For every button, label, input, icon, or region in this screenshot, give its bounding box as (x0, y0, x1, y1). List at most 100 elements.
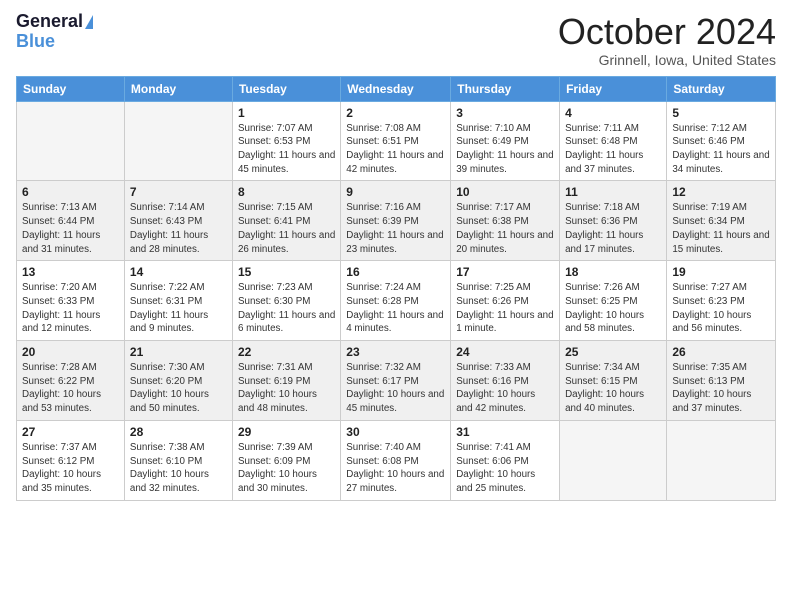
day-cell: 19 Sunrise: 7:27 AMSunset: 6:23 PMDayligh… (667, 261, 776, 341)
day-cell: 4Sunrise: 7:11 AMSunset: 6:48 PMDaylight… (560, 101, 667, 181)
day-info: Sunrise: 7:08 AMSunset: 6:51 PMDaylight:… (346, 122, 445, 177)
col-wednesday: Wednesday (341, 76, 451, 101)
day-number: 8 (238, 185, 335, 199)
day-number: 14 (130, 265, 227, 279)
week-row-2: 13Sunrise: 7:20 AMSunset: 6:33 PMDayligh… (17, 261, 776, 341)
day-number: 25 (565, 345, 661, 359)
logo-text-general: General (16, 12, 83, 32)
day-cell (17, 101, 125, 181)
month-title: October 2024 (558, 12, 776, 52)
day-number: 31 (456, 425, 554, 439)
day-info: Sunrise: 7:39 AMSunset: 6:09 PMDaylight:… (238, 441, 335, 496)
day-number: 28 (130, 425, 227, 439)
day-cell: 15 Sunrise: 7:23 AMSunset: 6:30 PMDayligh… (232, 261, 340, 341)
day-cell: 26 Sunrise: 7:35 AMSunset: 6:13 PMDayligh… (667, 341, 776, 421)
day-info: Sunrise: 7:25 AMSunset: 6:26 PMDaylight:… (456, 281, 554, 336)
title-area: October 2024 Grinnell, Iowa, United Stat… (558, 12, 776, 68)
week-row-0: 1Sunrise: 7:07 AMSunset: 6:53 PMDaylight… (17, 101, 776, 181)
col-saturday: Saturday (667, 76, 776, 101)
day-number: 7 (130, 185, 227, 199)
day-number: 26 (672, 345, 770, 359)
day-number: 2 (346, 106, 445, 120)
week-row-1: 6 Sunrise: 7:13 AMSunset: 6:44 PMDaylight… (17, 181, 776, 261)
day-info: Sunrise: 7:32 AMSunset: 6:17 PMDaylight:… (346, 361, 445, 416)
day-cell: 3 Sunrise: 7:10 AMSunset: 6:49 PMDaylight… (451, 101, 560, 181)
day-cell: 31 Sunrise: 7:41 AMSunset: 6:06 PMDayligh… (451, 420, 560, 500)
day-number: 13 (22, 265, 119, 279)
day-number: 10 (456, 185, 554, 199)
day-number: 27 (22, 425, 119, 439)
logo-triangle-icon (85, 15, 93, 29)
day-number: 12 (672, 185, 770, 199)
day-cell: 17 Sunrise: 7:25 AMSunset: 6:26 PMDayligh… (451, 261, 560, 341)
day-info: Sunrise: 7:23 AMSunset: 6:30 PMDaylight:… (238, 281, 335, 336)
header-row: Sunday Monday Tuesday Wednesday Thursday… (17, 76, 776, 101)
day-info: Sunrise: 7:30 AMSunset: 6:20 PMDaylight:… (130, 361, 227, 416)
day-info: Sunrise: 7:10 AMSunset: 6:49 PMDaylight:… (456, 122, 554, 177)
day-number: 6 (22, 185, 119, 199)
col-thursday: Thursday (451, 76, 560, 101)
day-cell: 18Sunrise: 7:26 AMSunset: 6:25 PMDayligh… (560, 261, 667, 341)
day-cell: 1Sunrise: 7:07 AMSunset: 6:53 PMDaylight… (232, 101, 340, 181)
day-number: 22 (238, 345, 335, 359)
week-row-3: 20Sunrise: 7:28 AMSunset: 6:22 PMDayligh… (17, 341, 776, 421)
day-number: 5 (672, 106, 770, 120)
day-info: Sunrise: 7:37 AMSunset: 6:12 PMDaylight:… (22, 441, 119, 496)
day-info: Sunrise: 7:14 AMSunset: 6:43 PMDaylight:… (130, 201, 227, 256)
col-friday: Friday (560, 76, 667, 101)
day-number: 21 (130, 345, 227, 359)
day-cell: 11 Sunrise: 7:18 AMSunset: 6:36 PMDayligh… (560, 181, 667, 261)
header: General Blue October 2024 Grinnell, Iowa… (16, 12, 776, 68)
day-info: Sunrise: 7:27 AMSunset: 6:23 PMDaylight:… (672, 281, 770, 336)
col-tuesday: Tuesday (232, 76, 340, 101)
day-number: 3 (456, 106, 554, 120)
col-monday: Monday (124, 76, 232, 101)
day-cell: 21 Sunrise: 7:30 AMSunset: 6:20 PMDayligh… (124, 341, 232, 421)
day-info: Sunrise: 7:07 AMSunset: 6:53 PMDaylight:… (238, 122, 335, 177)
day-info: Sunrise: 7:24 AMSunset: 6:28 PMDaylight:… (346, 281, 445, 336)
day-cell: 28Sunrise: 7:38 AMSunset: 6:10 PMDayligh… (124, 420, 232, 500)
day-info: Sunrise: 7:12 AMSunset: 6:46 PMDaylight:… (672, 122, 770, 177)
day-cell: 24Sunrise: 7:33 AMSunset: 6:16 PMDayligh… (451, 341, 560, 421)
day-info: Sunrise: 7:40 AMSunset: 6:08 PMDaylight:… (346, 441, 445, 496)
day-info: Sunrise: 7:34 AMSunset: 6:15 PMDaylight:… (565, 361, 661, 416)
day-info: Sunrise: 7:31 AMSunset: 6:19 PMDaylight:… (238, 361, 335, 416)
day-cell: 13Sunrise: 7:20 AMSunset: 6:33 PMDayligh… (17, 261, 125, 341)
day-cell: 9 Sunrise: 7:16 AMSunset: 6:39 PMDaylight… (341, 181, 451, 261)
day-number: 9 (346, 185, 445, 199)
calendar-table: Sunday Monday Tuesday Wednesday Thursday… (16, 76, 776, 501)
day-cell: 2 Sunrise: 7:08 AMSunset: 6:51 PMDaylight… (341, 101, 451, 181)
day-info: Sunrise: 7:11 AMSunset: 6:48 PMDaylight:… (565, 122, 661, 177)
day-number: 17 (456, 265, 554, 279)
day-info: Sunrise: 7:17 AMSunset: 6:38 PMDaylight:… (456, 201, 554, 256)
day-number: 29 (238, 425, 335, 439)
day-number: 11 (565, 185, 661, 199)
day-cell: 5 Sunrise: 7:12 AMSunset: 6:46 PMDaylight… (667, 101, 776, 181)
day-info: Sunrise: 7:15 AMSunset: 6:41 PMDaylight:… (238, 201, 335, 256)
day-cell: 30 Sunrise: 7:40 AMSunset: 6:08 PMDayligh… (341, 420, 451, 500)
day-cell: 29 Sunrise: 7:39 AMSunset: 6:09 PMDayligh… (232, 420, 340, 500)
day-number: 16 (346, 265, 445, 279)
day-cell: 22 Sunrise: 7:31 AMSunset: 6:19 PMDayligh… (232, 341, 340, 421)
day-info: Sunrise: 7:35 AMSunset: 6:13 PMDaylight:… (672, 361, 770, 416)
day-number: 23 (346, 345, 445, 359)
week-row-4: 27 Sunrise: 7:37 AMSunset: 6:12 PMDayligh… (17, 420, 776, 500)
day-cell (124, 101, 232, 181)
day-cell: 8 Sunrise: 7:15 AMSunset: 6:41 PMDaylight… (232, 181, 340, 261)
day-number: 30 (346, 425, 445, 439)
day-info: Sunrise: 7:18 AMSunset: 6:36 PMDaylight:… (565, 201, 661, 256)
day-cell: 7 Sunrise: 7:14 AMSunset: 6:43 PMDaylight… (124, 181, 232, 261)
day-cell (560, 420, 667, 500)
logo-text-blue: Blue (16, 32, 55, 52)
location: Grinnell, Iowa, United States (558, 52, 776, 68)
day-info: Sunrise: 7:28 AMSunset: 6:22 PMDaylight:… (22, 361, 119, 416)
day-number: 15 (238, 265, 335, 279)
day-number: 19 (672, 265, 770, 279)
day-info: Sunrise: 7:13 AMSunset: 6:44 PMDaylight:… (22, 201, 119, 256)
day-cell: 6 Sunrise: 7:13 AMSunset: 6:44 PMDaylight… (17, 181, 125, 261)
day-cell (667, 420, 776, 500)
day-info: Sunrise: 7:41 AMSunset: 6:06 PMDaylight:… (456, 441, 554, 496)
day-info: Sunrise: 7:16 AMSunset: 6:39 PMDaylight:… (346, 201, 445, 256)
col-sunday: Sunday (17, 76, 125, 101)
day-cell: 25 Sunrise: 7:34 AMSunset: 6:15 PMDayligh… (560, 341, 667, 421)
